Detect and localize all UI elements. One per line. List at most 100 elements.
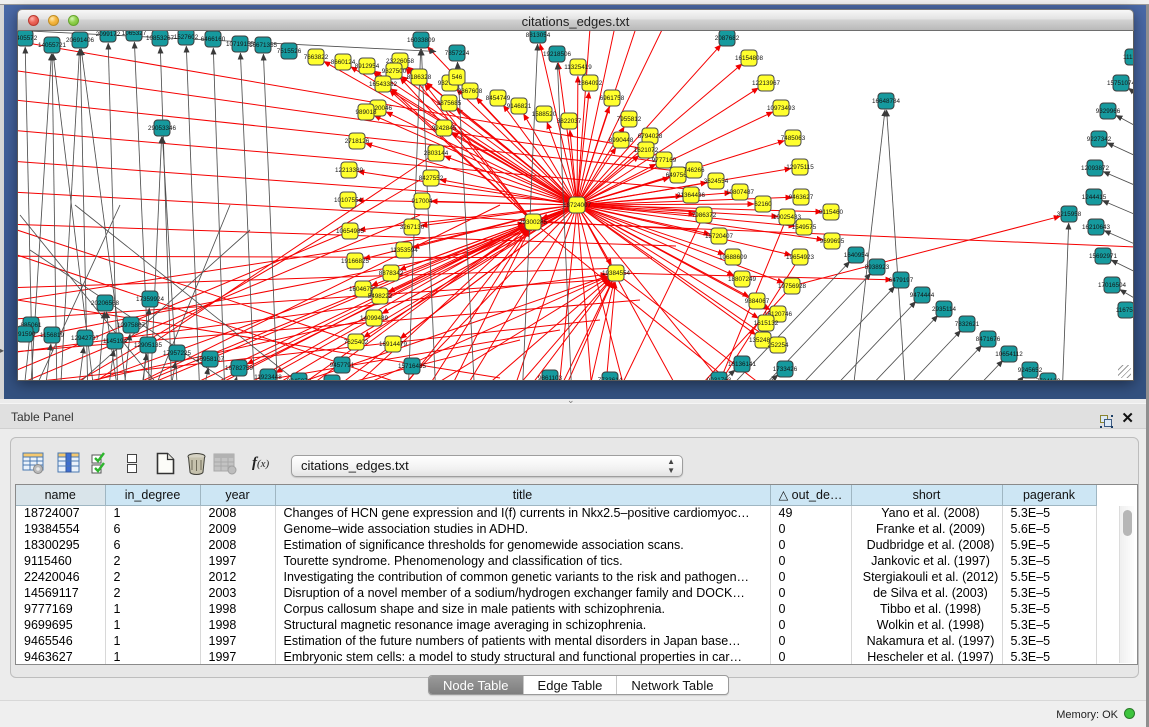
svg-text:1145194: 1145194 <box>103 338 128 345</box>
svg-text:7663822: 7663822 <box>304 54 329 61</box>
svg-text:17359924: 17359924 <box>136 296 165 303</box>
svg-text:2087682: 2087682 <box>715 35 740 42</box>
svg-text:3875685: 3875685 <box>437 100 462 107</box>
svg-text:9146821: 9146821 <box>507 103 532 110</box>
svg-text:20206568: 20206568 <box>91 300 120 307</box>
svg-text:8990448: 8990448 <box>609 137 634 144</box>
svg-text:16154808: 16154808 <box>735 55 764 62</box>
svg-text:15716485: 15716485 <box>398 363 427 370</box>
svg-text:62160: 62160 <box>754 201 772 208</box>
svg-text:391590: 391590 <box>18 331 36 338</box>
svg-text:2803144: 2803144 <box>424 150 449 157</box>
svg-text:3822037: 3822037 <box>557 118 582 125</box>
svg-text:9245652: 9245652 <box>1018 367 1043 374</box>
svg-text:746266: 746266 <box>683 167 705 174</box>
svg-text:6466160: 6466160 <box>201 36 226 43</box>
svg-text:10958107: 10958107 <box>196 356 225 363</box>
svg-text:16033809: 16033809 <box>407 37 436 44</box>
svg-text:12942737: 12942737 <box>71 335 100 342</box>
svg-text:19218506: 19218506 <box>543 51 572 58</box>
svg-text:1527602: 1527602 <box>174 34 199 41</box>
svg-text:1065327: 1065327 <box>122 31 147 37</box>
svg-text:7515526: 7515526 <box>277 48 302 55</box>
svg-text:7857224: 7857224 <box>445 50 470 57</box>
svg-text:6961758: 6961758 <box>600 95 625 102</box>
svg-text:116753: 116753 <box>1116 307 1134 314</box>
svg-text:1640954: 1640954 <box>844 252 869 259</box>
svg-text:17957225: 17957225 <box>163 350 192 357</box>
svg-text:12213389: 12213389 <box>335 167 364 174</box>
svg-text:1864092: 1864092 <box>578 80 603 87</box>
svg-text:10107554: 10107554 <box>334 197 363 204</box>
svg-text:7485063: 7485063 <box>781 135 806 142</box>
svg-text:989018: 989018 <box>355 109 377 116</box>
svg-text:12213967: 12213967 <box>752 80 781 87</box>
svg-text:7625402: 7625402 <box>344 339 369 346</box>
svg-text:3267130: 3267130 <box>400 224 425 231</box>
svg-text:2099172: 2099172 <box>96 31 121 38</box>
svg-text:8186328: 8186328 <box>407 74 432 81</box>
svg-text:8878342: 8878342 <box>379 270 404 277</box>
svg-text:2935114: 2935114 <box>932 306 957 313</box>
svg-text:9777169: 9777169 <box>652 157 677 164</box>
svg-text:19654923: 19654923 <box>786 254 815 261</box>
svg-text:12093872: 12093872 <box>1081 165 1110 172</box>
svg-text:16648784: 16648784 <box>872 98 901 105</box>
svg-text:9861103: 9861103 <box>538 375 563 381</box>
svg-text:9884067: 9884067 <box>745 298 770 305</box>
svg-text:2367608: 2367608 <box>458 88 483 95</box>
svg-text:10654985: 10654985 <box>336 228 365 235</box>
svg-text:1549575: 1549575 <box>792 224 817 231</box>
svg-text:3215958: 3215958 <box>1057 211 1082 218</box>
svg-text:6479197: 6479197 <box>889 277 914 284</box>
svg-text:917004: 917004 <box>411 198 433 205</box>
svg-text:9699695: 9699695 <box>820 238 845 245</box>
svg-text:9031763: 9031763 <box>707 377 732 381</box>
svg-text:8471911: 8471911 <box>320 380 345 381</box>
svg-text:1405572: 1405572 <box>18 35 38 42</box>
svg-text:14055721: 14055721 <box>38 42 67 49</box>
svg-text:11923448: 11923448 <box>254 374 282 381</box>
svg-text:9463627: 9463627 <box>789 194 814 201</box>
svg-text:5498222: 5498222 <box>368 293 393 300</box>
svg-text:8427552: 8427552 <box>419 175 444 182</box>
svg-text:15692971: 15692971 <box>1089 253 1118 260</box>
svg-text:14099489: 14099489 <box>360 315 389 322</box>
svg-text:7986372: 7986372 <box>692 212 717 219</box>
svg-text:16210643: 16210643 <box>1082 224 1111 231</box>
svg-text:9457791: 9457791 <box>330 362 355 369</box>
svg-text:3624554: 3624554 <box>704 178 729 185</box>
svg-text:21364436: 21364436 <box>677 192 706 199</box>
svg-text:11325419: 11325419 <box>564 64 592 71</box>
svg-text:8471676: 8471676 <box>976 336 1001 343</box>
svg-text:10807487: 10807487 <box>726 189 755 196</box>
svg-text:1156819: 1156819 <box>40 332 65 339</box>
svg-text:29300285: 29300285 <box>519 219 548 226</box>
svg-text:16136141: 16136141 <box>728 361 757 368</box>
svg-text:16671355: 16671355 <box>249 42 278 49</box>
svg-text:6794028: 6794028 <box>638 133 663 140</box>
svg-text:2718126: 2718126 <box>345 138 370 145</box>
svg-text:16914479: 16914479 <box>379 341 408 348</box>
svg-text:17016504: 17016504 <box>1098 282 1127 289</box>
svg-text:9227342: 9227342 <box>1087 136 1112 143</box>
svg-text:1621072: 1621072 <box>634 147 659 154</box>
svg-text:1733426: 1733426 <box>773 366 798 373</box>
svg-text:8454749: 8454749 <box>486 95 511 102</box>
svg-text:10973493: 10973493 <box>767 105 796 112</box>
svg-text:7832621: 7832621 <box>955 321 980 328</box>
svg-text:15720407: 15720407 <box>705 233 734 240</box>
svg-text:18807249: 18807249 <box>728 276 757 283</box>
svg-text:11353594: 11353594 <box>390 247 418 254</box>
svg-text:19756928: 19756928 <box>778 283 807 290</box>
svg-text:18724007: 18724007 <box>563 202 592 209</box>
svg-text:15751074: 15751074 <box>1107 80 1134 87</box>
svg-text:9474444: 9474444 <box>910 292 935 299</box>
svg-text:10654112: 10654112 <box>995 351 1023 358</box>
svg-text:8660124: 8660124 <box>331 59 356 66</box>
svg-text:10853267: 10853267 <box>146 35 175 42</box>
svg-text:9245072: 9245072 <box>287 378 312 381</box>
svg-text:1615132: 1615132 <box>754 320 779 327</box>
svg-text:546: 546 <box>452 74 463 81</box>
svg-text:252254: 252254 <box>767 342 789 349</box>
